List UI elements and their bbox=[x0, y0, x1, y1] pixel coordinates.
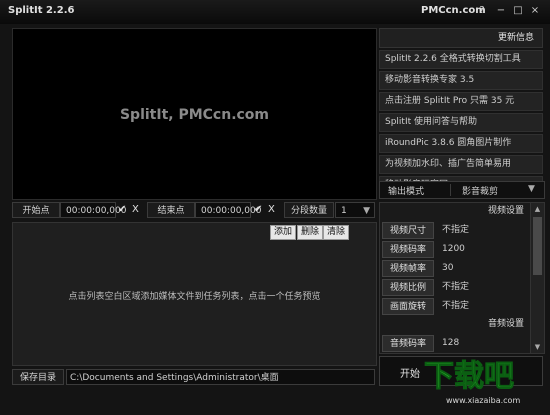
news-item[interactable]: 为视频加水印、插广告简单易用 bbox=[379, 155, 543, 174]
news-item[interactable]: iRoundPic 3.8.6 圆角图片制作 bbox=[379, 134, 543, 153]
save-directory-input[interactable]: C:\Documents and Settings\Administrator\… bbox=[66, 369, 375, 385]
chevron-down-icon[interactable]: ▼ bbox=[363, 203, 370, 219]
start-point-button[interactable]: 开始点 bbox=[12, 202, 60, 218]
setting-label: 音频码率 bbox=[382, 335, 434, 352]
output-mode-label: 输出模式 bbox=[388, 187, 425, 197]
settings-row[interactable]: 画面旋转 不指定 bbox=[382, 298, 522, 315]
end-confirm-check-icon[interactable]: ✔ bbox=[254, 202, 262, 218]
scroll-up-icon[interactable]: ▲ bbox=[531, 203, 544, 215]
task-list-hint: 点击列表空白区域添加媒体文件到任务列表，点击一个任务预览 bbox=[68, 292, 321, 302]
output-mode-value: 影音裁剪 bbox=[462, 187, 499, 197]
setting-label: 画面旋转 bbox=[382, 298, 434, 315]
delete-button[interactable]: 删除 bbox=[297, 225, 324, 240]
settings-row[interactable]: 视频帧率 30 bbox=[382, 260, 522, 277]
splitit-window: SplitIt 2.2.6 PMCcn.com ? − □ × SplitIt,… bbox=[0, 0, 550, 415]
start-confirm-check-icon[interactable]: ✔ bbox=[118, 202, 126, 218]
divider bbox=[450, 184, 451, 196]
svg-text:下载吧: 下载吧 bbox=[424, 359, 514, 394]
settings-panel: 视频设置 视频尺寸 不指定 视频码率 1200 视频帧率 30 视频比例 不指定… bbox=[379, 202, 545, 354]
clear-button[interactable]: 清除 bbox=[323, 225, 350, 240]
settings-row[interactable]: 音频码率 128 bbox=[382, 335, 522, 352]
setting-label: 视频码率 bbox=[382, 241, 434, 258]
news-item[interactable]: SplitIt 使用问答与帮助 bbox=[379, 113, 543, 132]
news-item[interactable]: 点击注册 SplitIt Pro 只需 35 元 bbox=[379, 92, 543, 111]
setting-value[interactable]: 30 bbox=[438, 260, 522, 277]
setting-value[interactable]: 128 bbox=[438, 335, 522, 352]
audio-settings-header: 音频设置 bbox=[487, 319, 524, 329]
setting-value[interactable]: 不指定 bbox=[438, 298, 522, 315]
chevron-down-icon[interactable]: ▼ bbox=[528, 184, 535, 194]
segment-count-value: 1 bbox=[341, 206, 347, 216]
video-overlay-text: SplitIt, PMCcn.com bbox=[119, 107, 270, 123]
help-icon[interactable]: ? bbox=[475, 4, 489, 18]
svg-text:www.xiazaiba.com: www.xiazaiba.com bbox=[446, 396, 520, 405]
end-clear-icon[interactable]: X bbox=[268, 202, 275, 218]
save-directory-row: 保存目录 C:\Documents and Settings\Administr… bbox=[12, 369, 375, 385]
segment-count-select[interactable]: 1 ▼ bbox=[335, 202, 375, 218]
setting-label: 视频尺寸 bbox=[382, 222, 434, 239]
settings-row[interactable]: 视频比例 不指定 bbox=[382, 279, 522, 296]
close-icon[interactable]: × bbox=[528, 4, 542, 18]
segment-count-label: 分段数量 bbox=[284, 202, 334, 218]
add-button[interactable]: 添加 bbox=[270, 225, 297, 240]
scroll-thumb[interactable] bbox=[533, 217, 542, 275]
end-point-button[interactable]: 结束点 bbox=[147, 202, 195, 218]
title-bar: SplitIt 2.2.6 PMCcn.com ? − □ × bbox=[0, 0, 550, 24]
news-item[interactable]: 移动影音转换专家 3.5 bbox=[379, 71, 543, 90]
video-settings-header: 视频设置 bbox=[487, 206, 524, 216]
xiazaiba-watermark-logo: 下载吧 www.xiazaiba.com bbox=[424, 359, 521, 406]
output-mode-select[interactable]: 输出模式 影音裁剪 ▼ bbox=[379, 181, 545, 199]
maximize-icon[interactable]: □ bbox=[511, 4, 525, 18]
start-clear-icon[interactable]: X bbox=[132, 202, 139, 218]
setting-value[interactable]: 不指定 bbox=[438, 279, 522, 296]
settings-scrollbar[interactable]: ▲ ▼ bbox=[530, 203, 544, 353]
start-time-input[interactable]: 00:00:00,000 bbox=[60, 202, 126, 218]
setting-value[interactable]: 不指定 bbox=[438, 222, 522, 239]
minimize-icon[interactable]: − bbox=[494, 4, 508, 18]
news-header: 更新信息 bbox=[379, 28, 543, 48]
task-list[interactable]: 添加 删除 清除 点击列表空白区域添加媒体文件到任务列表，点击一个任务预览 bbox=[12, 222, 377, 366]
end-time-input[interactable]: 00:00:00,000 bbox=[195, 202, 261, 218]
video-preview[interactable]: SplitIt, PMCcn.com bbox=[12, 28, 377, 200]
news-item[interactable]: SplitIt 2.2.6 全格式转换切割工具 bbox=[379, 50, 543, 69]
app-title: SplitIt 2.2.6 bbox=[8, 5, 75, 16]
news-panel: 更新信息 SplitIt 2.2.6 全格式转换切割工具 移动影音转换专家 3.… bbox=[379, 28, 543, 195]
setting-value[interactable]: 1200 bbox=[438, 241, 522, 258]
settings-row[interactable]: 视频尺寸 不指定 bbox=[382, 222, 522, 239]
setting-label: 视频帧率 bbox=[382, 260, 434, 277]
setting-label: 视频比例 bbox=[382, 279, 434, 296]
save-directory-label[interactable]: 保存目录 bbox=[12, 369, 64, 385]
settings-row[interactable]: 视频码率 1200 bbox=[382, 241, 522, 258]
start-button-label: 开始 bbox=[400, 369, 420, 380]
